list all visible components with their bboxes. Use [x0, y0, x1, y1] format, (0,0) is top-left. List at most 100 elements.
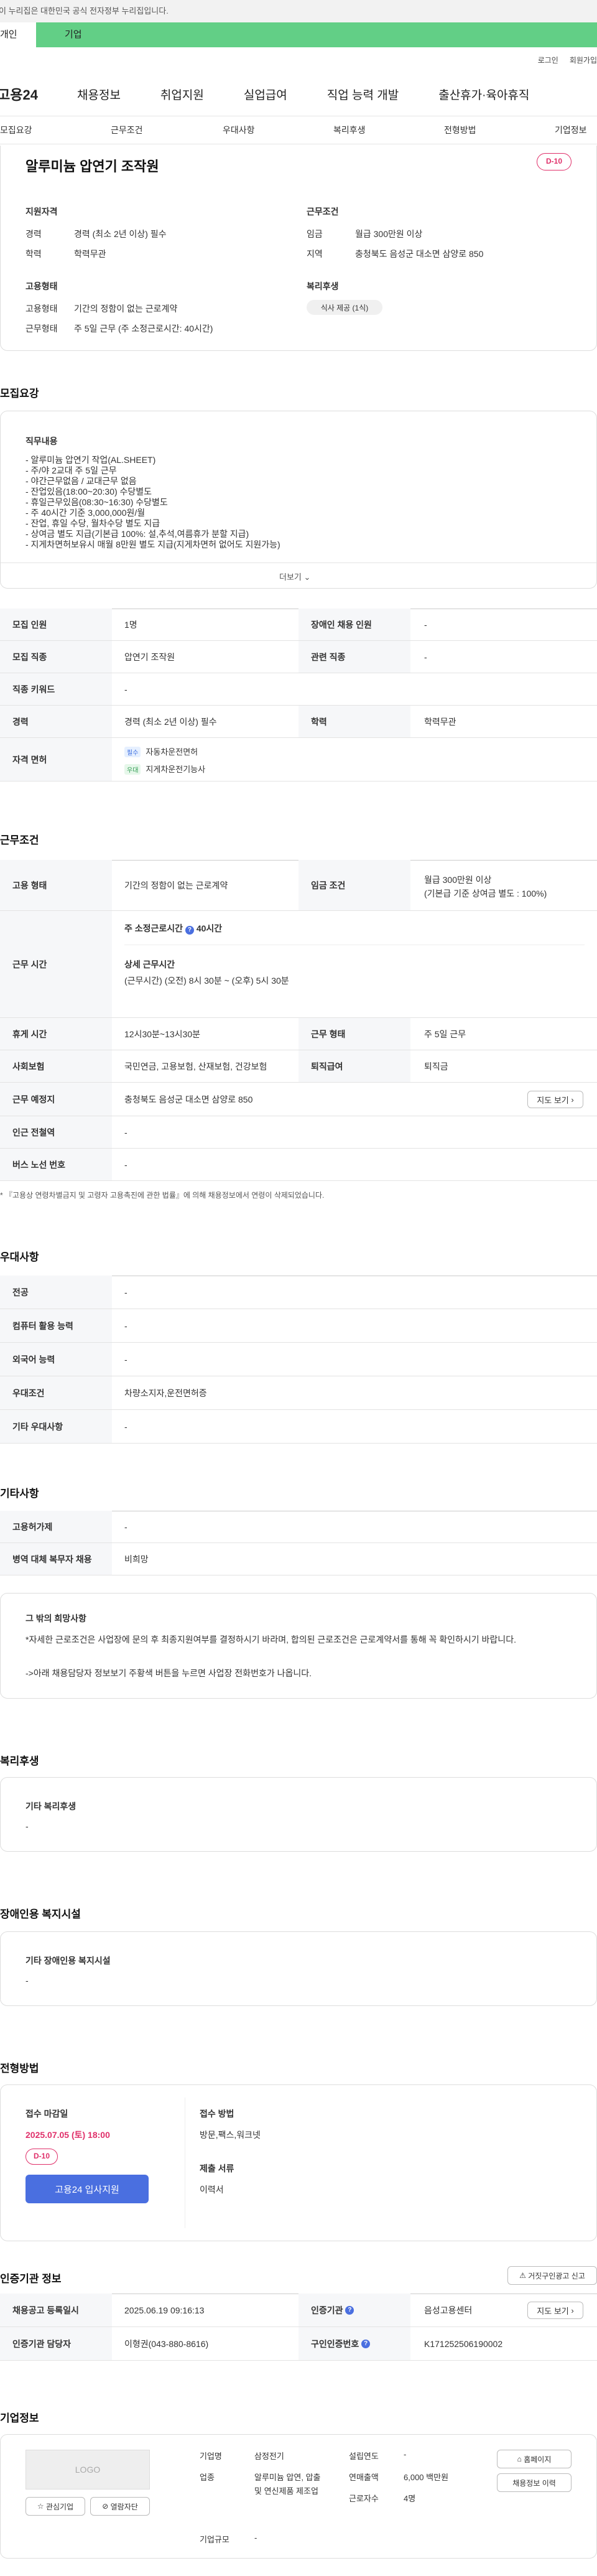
job-content-line: - 지게차면허보유시 매월 8만원 별도 지급(지게차면허 없어도 지원가능): [25, 539, 280, 549]
row-label: 기타 우대사항: [0, 1410, 112, 1443]
docs-value: 이력서: [200, 2185, 224, 2195]
table-row: 고용 형태 기간의 정함이 없는 근로계약 임금 조건 월급 300만원 이상 …: [0, 860, 597, 911]
row-label: 인근 전철역: [0, 1116, 112, 1148]
job-content-text: - 알루미늄 압연기 작업(AL.SHEET) - 주/야 2교대 주 5일 근무…: [25, 455, 280, 550]
job-title: 알루미늄 압연기 조작원: [25, 159, 159, 174]
info-icon[interactable]: ?: [361, 2339, 371, 2348]
cond-label: 임금: [307, 229, 323, 239]
row-value: -: [124, 1159, 127, 1170]
wage-note: (기본급 기준 상여금 별도 : 100%): [424, 889, 547, 898]
row-label: 근무 시간: [0, 911, 112, 1017]
row-label: 자격 면허: [0, 738, 112, 781]
method-value: 방문,팩스,워크넷: [200, 2130, 261, 2140]
row-value: 학력무관: [424, 716, 456, 727]
recruit-title: 모집요강: [0, 388, 39, 399]
gnb-item-employment-support[interactable]: 취업지원: [160, 86, 204, 103]
chevron-down-icon: ⌄: [303, 572, 311, 582]
homepage-button[interactable]: ⌂ 홈페이지: [497, 2450, 572, 2468]
weekly-hours-value: 40시간: [196, 923, 223, 933]
dday-badge: D-10: [537, 153, 572, 170]
subnav-preference[interactable]: 우대사항: [223, 124, 255, 136]
table-row: 기타 우대사항 -: [0, 1410, 597, 1444]
report-ad-button[interactable]: ⚠ 거짓구인광고 신고: [507, 2266, 597, 2285]
row-value: 음성고용센터: [424, 2305, 473, 2315]
detail-hours-value: (근무시간) (오전) 8시 30분 ~ (오후) 5시 30분: [124, 976, 289, 986]
table-row: 근무 시간 주 소정근로시간 ? 40시간 상세 근무시간 (근무시간) (오전…: [0, 911, 597, 1018]
wage-value: 월급 300만원 이상: [424, 875, 492, 885]
row-value: K171252506190002: [424, 2338, 503, 2349]
row-label: 버스 노선 번호: [0, 1149, 112, 1180]
emp-label: 고용형태: [25, 304, 58, 314]
map-button-label: 지도 보기: [537, 1095, 569, 1105]
work-title: 근무조건: [0, 834, 39, 846]
info-icon[interactable]: ?: [345, 2305, 354, 2315]
map-button[interactable]: 지도 보기 ›: [527, 1091, 583, 1108]
subnav-recruit[interactable]: 모집요강: [0, 124, 32, 136]
company-field-label: 설립연도: [349, 2452, 379, 2461]
row-label: 고용허가제: [0, 1511, 112, 1542]
row-label: 모집 인원: [0, 609, 112, 640]
more-label: 더보기: [279, 572, 302, 582]
qual-heading: 지원자격: [25, 207, 58, 217]
gnb-item-leave[interactable]: 출산휴가·육아휴직: [438, 86, 529, 103]
deadline-value: 2025.07.05 (토) 18:00: [25, 2130, 110, 2140]
row-label: 휴게 시간: [0, 1018, 112, 1050]
company-field-label: 기업규모: [200, 2535, 229, 2544]
disabled-value: -: [25, 1976, 29, 1986]
cond-heading: 근무조건: [307, 207, 339, 217]
emp-heading: 고용형태: [25, 281, 58, 291]
tab-corporate[interactable]: 기업: [36, 22, 597, 47]
job-history-button[interactable]: 채용정보 이력: [497, 2473, 572, 2492]
welfare-heading: 복리후생: [307, 281, 339, 291]
subnav-screening[interactable]: 전형방법: [444, 124, 476, 136]
cert-map-button[interactable]: 지도 보기 ›: [527, 2302, 583, 2319]
table-row: 고용허가제 -: [0, 1511, 597, 1543]
qual-label: 학력: [25, 249, 42, 259]
gnb-item-training[interactable]: 직업 능력 개발: [327, 86, 399, 103]
row-label: 임금 조건: [298, 860, 410, 910]
row-value: -: [124, 684, 127, 694]
row-value: 국민연금, 고용보험, 산재보험, 건강보험: [124, 1061, 267, 1071]
login-link[interactable]: 로그인: [538, 55, 558, 65]
table-row: 버스 노선 번호 -: [0, 1149, 597, 1181]
row-value: 퇴직금: [424, 1061, 448, 1071]
fav-company-button[interactable]: ☆ 관심기업: [25, 2497, 85, 2516]
table-row: 근무 예정지 충청북도 음성군 대소면 삼양로 850 지도 보기 ›: [0, 1083, 597, 1116]
job-content-line: - 주 40시간 기준 3,000,000원/월: [25, 508, 146, 518]
site-logo[interactable]: 고용24: [0, 84, 77, 104]
signup-link[interactable]: 회원가입: [570, 55, 597, 65]
company-field-label: 연매출액: [349, 2473, 379, 2482]
gnb-item-jobs[interactable]: 채용정보: [77, 86, 121, 103]
benefit-value: -: [25, 1821, 29, 1831]
cert-title: 인증기관 정보: [0, 2273, 62, 2285]
row-value: 경력 (최소 2년 이상) 필수: [124, 716, 217, 727]
license-value: 자동차운전면허: [146, 747, 198, 757]
block-icon: ⊘: [102, 2502, 109, 2511]
company-logo: LOGO: [25, 2450, 150, 2490]
row-value: 주 5일 근무: [424, 1029, 466, 1039]
method-heading: 접수 방법: [200, 2109, 234, 2119]
chevron-right-icon: ›: [571, 2305, 574, 2315]
screening-card: 접수 마감일 2025.07.05 (토) 18:00 D-10 고용24 입사…: [0, 2084, 597, 2241]
row-label: 컴퓨터 활용 능력: [0, 1309, 112, 1342]
apply-button[interactable]: 고용24 입사지원: [25, 2175, 149, 2203]
row-label: 고용 형태: [0, 860, 112, 910]
more-button[interactable]: 더보기 ⌄: [279, 571, 310, 582]
block-viewer-button[interactable]: ⊘ 열람자단: [90, 2497, 150, 2516]
table-row: 인근 전철역 -: [0, 1116, 597, 1149]
apply-label: 고용24 입사지원: [55, 2184, 119, 2195]
row-value: 비희망: [124, 1554, 149, 1564]
fav-label: 관심기업: [45, 2502, 74, 2511]
weekly-hours-label: 주 소정근로시간: [124, 923, 183, 933]
tab-individual[interactable]: 개인: [0, 22, 36, 47]
gnb-item-unemployment[interactable]: 실업급여: [244, 86, 287, 103]
row-value: -: [124, 1421, 127, 1432]
subnav-conditions[interactable]: 근무조건: [111, 124, 143, 136]
table-row: 인증기관 담당자 이형권(043-880-8616) 구인인증번호 ? K171…: [0, 2327, 597, 2361]
screening-title: 전형방법: [0, 2063, 39, 2074]
subnav-company[interactable]: 기업정보: [555, 124, 587, 136]
wish-text-1: *자세한 근로조건은 사업장에 문의 후 최종지원여부를 결정하시기 바라며, …: [25, 1635, 516, 1645]
info-icon[interactable]: ?: [185, 926, 194, 935]
warning-icon: ⚠: [519, 2271, 526, 2280]
subnav-welfare[interactable]: 복리후생: [333, 124, 366, 136]
